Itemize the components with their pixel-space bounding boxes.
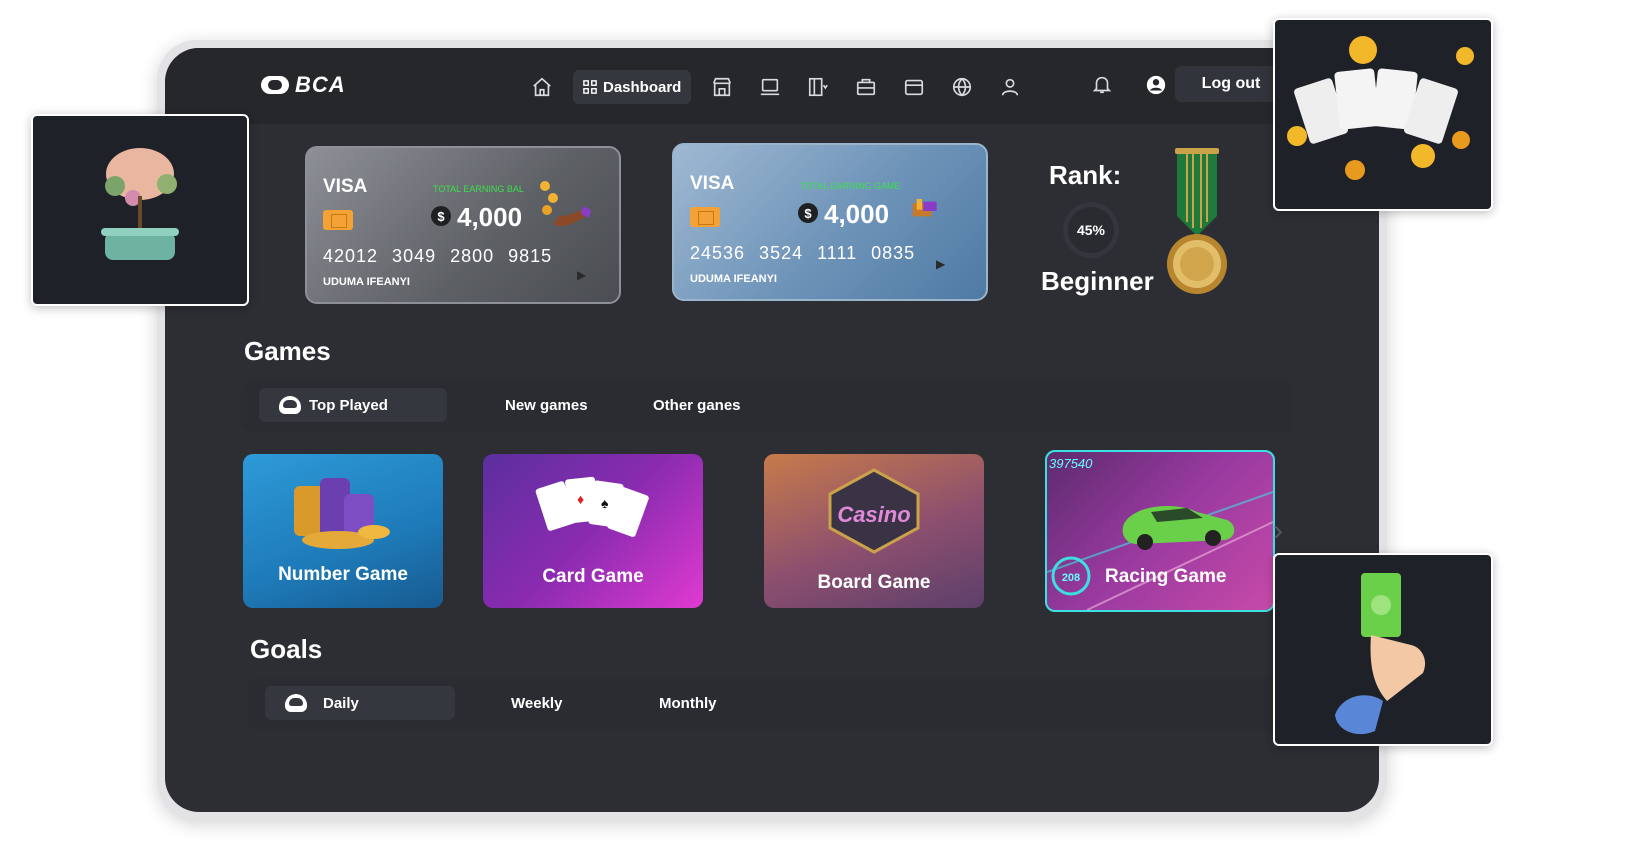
card-balance-heading: TOTAL EARNING GAME bbox=[800, 181, 901, 191]
game-tile-label: Racing Game bbox=[1105, 566, 1227, 587]
card-number: 42012 3049 2800 9815 bbox=[323, 246, 553, 266]
visa-card-total-earning-game[interactable]: VISA TOTAL EARNING GAME $ 4,000 24536 35… bbox=[672, 143, 988, 301]
game-tile-board[interactable]: Casino Board Game bbox=[764, 454, 984, 608]
rank-progress-ring: 45% bbox=[1063, 202, 1119, 258]
globe-icon[interactable] bbox=[945, 70, 979, 104]
dashboard-screen: BCA Dashboard Log out VISA TOTAL EARNING… bbox=[165, 48, 1379, 812]
tab-other-games[interactable]: Other ganes bbox=[653, 388, 741, 422]
card-holder: UDUMA IFEANYI bbox=[323, 276, 410, 288]
casino-sign-icon: Casino bbox=[828, 468, 920, 554]
tab-label: Weekly bbox=[511, 694, 563, 712]
logo-text: BCA bbox=[295, 72, 346, 97]
dollar-icon: $ bbox=[798, 203, 818, 223]
brain-tree-icon bbox=[101, 148, 179, 260]
cards-and-coins-illustration bbox=[1273, 18, 1493, 211]
card-number: 24536 3524 1111 0835 bbox=[690, 243, 916, 263]
user-avatar-icon[interactable] bbox=[1139, 68, 1173, 102]
tab-label: Daily bbox=[323, 694, 359, 712]
laptop-icon[interactable] bbox=[753, 70, 787, 104]
tab-new-games[interactable]: New games bbox=[505, 388, 588, 422]
game-tile-number[interactable]: Number Game bbox=[243, 454, 443, 608]
card-amount: 4,000 bbox=[824, 199, 890, 229]
visa-card-total-earning-bal[interactable]: VISA TOTAL EARNING BAL $ 4,000 42012 304… bbox=[305, 146, 621, 304]
tab-weekly[interactable]: Weekly bbox=[511, 686, 562, 720]
cap-icon bbox=[279, 396, 301, 414]
card-balance-heading: TOTAL EARNING BAL bbox=[433, 184, 524, 194]
tab-top-played[interactable]: Top Played bbox=[259, 388, 447, 422]
briefcase-icon[interactable] bbox=[849, 70, 883, 104]
tab-label: Monthly bbox=[659, 694, 717, 712]
svg-text:♦: ♦ bbox=[577, 491, 584, 507]
rank-title: Rank: bbox=[1049, 160, 1122, 190]
tab-label: Top Played bbox=[309, 396, 388, 414]
dashboard-grid-icon bbox=[583, 80, 597, 94]
money-wallet-icon bbox=[912, 199, 937, 217]
playing-cards-coins-icon bbox=[1287, 36, 1474, 180]
svg-text:♠: ♠ bbox=[601, 495, 609, 511]
home-icon[interactable] bbox=[525, 70, 559, 104]
tab-monthly[interactable]: Monthly bbox=[659, 686, 717, 720]
nav-dashboard-button[interactable]: Dashboard bbox=[573, 70, 692, 104]
cap-icon bbox=[285, 694, 307, 712]
goals-tab-bar: Daily Weekly Monthly bbox=[247, 678, 1293, 730]
game-tile-label: Card Game bbox=[542, 566, 644, 587]
games-section-title: Games bbox=[244, 336, 331, 366]
game-tile-label: Number Game bbox=[278, 564, 408, 585]
play-icon[interactable]: ▶ bbox=[577, 268, 586, 282]
game-tile-card[interactable]: ♦ ♠ Card Game bbox=[483, 454, 703, 608]
card-chip-icon bbox=[690, 207, 720, 227]
playing-cards-icon: ♦ ♠ bbox=[535, 476, 649, 537]
ticket-dropdown-icon[interactable] bbox=[801, 70, 835, 104]
logo-mark-icon bbox=[261, 76, 289, 94]
games-tab-bar: Top Played New games Other ganes bbox=[241, 380, 1293, 432]
bell-icon[interactable] bbox=[1085, 68, 1119, 102]
store-icon[interactable] bbox=[705, 70, 739, 104]
card-amount: 4,000 bbox=[457, 202, 523, 232]
wallet-icon[interactable] bbox=[897, 70, 931, 104]
coins-hand-icon bbox=[540, 181, 591, 227]
play-icon[interactable]: ▶ bbox=[936, 257, 945, 271]
users-icon[interactable] bbox=[993, 70, 1027, 104]
card-brand: VISA bbox=[323, 176, 368, 197]
medal-icon bbox=[1167, 148, 1227, 294]
coin-stack-icon bbox=[294, 478, 390, 549]
rank-level: Beginner bbox=[1041, 266, 1154, 296]
card-chip-icon bbox=[323, 210, 353, 230]
game-tile-label: Board Game bbox=[817, 572, 931, 593]
brain-tree-illustration bbox=[31, 114, 249, 306]
nav-dashboard-label: Dashboard bbox=[603, 78, 682, 96]
header-tools bbox=[1085, 68, 1173, 102]
top-navigation-bar: BCA Dashboard Log out bbox=[165, 48, 1379, 124]
tab-daily[interactable]: Daily bbox=[265, 686, 455, 720]
card-brand: VISA bbox=[690, 173, 735, 194]
game-tile-racing[interactable]: 397540 208 Racing Game bbox=[1045, 450, 1275, 612]
brand-logo[interactable]: BCA bbox=[261, 72, 346, 98]
goals-section-title: Goals bbox=[250, 634, 323, 664]
tab-label: New games bbox=[505, 396, 588, 414]
tab-label: Other ganes bbox=[653, 396, 741, 414]
card-holder: UDUMA IFEANYI bbox=[690, 273, 777, 285]
hand-cash-icon bbox=[1335, 573, 1426, 735]
racing-speed: 208 bbox=[1062, 572, 1080, 584]
dollar-icon: $ bbox=[431, 206, 451, 226]
casino-sign-text: Casino bbox=[837, 502, 910, 527]
logout-button[interactable]: Log out bbox=[1175, 66, 1287, 102]
device-frame: BCA Dashboard Log out VISA TOTAL EARNING… bbox=[157, 40, 1387, 820]
hand-with-cash-illustration bbox=[1273, 553, 1493, 746]
main-nav: Dashboard bbox=[525, 70, 1027, 104]
chevron-right-icon[interactable]: › bbox=[1273, 514, 1283, 548]
